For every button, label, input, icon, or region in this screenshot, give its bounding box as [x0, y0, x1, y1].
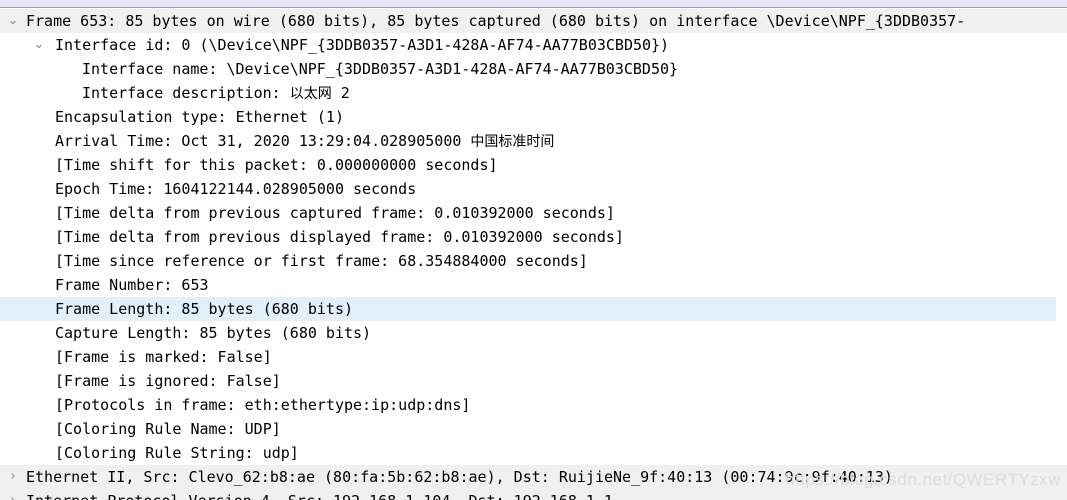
tree-row-time-delta-captured[interactable]: [Time delta from previous captured frame… [0, 201, 1067, 225]
tree-row-frame-summary[interactable]: ⌄ Frame 653: 85 bytes on wire (680 bits),… [0, 9, 1067, 33]
tree-row-time-since-reference[interactable]: [Time since reference or first frame: 68… [0, 249, 1067, 273]
tree-row-frame-length[interactable]: Frame Length: 85 bytes (680 bits) [0, 297, 1056, 321]
tree-row-label: Arrival Time: Oct 31, 2020 13:29:04.0289… [55, 132, 555, 150]
scrolled-row-strip [0, 0, 1067, 8]
tree-row-encapsulation-type[interactable]: Encapsulation type: Ethernet (1) [0, 105, 1067, 129]
tree-row-interface-id[interactable]: ⌄ Interface id: 0 (\Device\NPF_{3DDB0357-… [0, 33, 1067, 57]
tree-row-label: [Protocols in frame: eth:ethertype:ip:ud… [55, 396, 471, 414]
tree-row-coloring-rule-name[interactable]: [Coloring Rule Name: UDP] [0, 417, 1067, 441]
tree-row-label: Interface name: \Device\NPF_{3DDB0357-A3… [82, 60, 679, 78]
tree-row-label: Encapsulation type: Ethernet (1) [55, 108, 344, 126]
packet-detail-tree[interactable]: ⌄ Frame 653: 85 bytes on wire (680 bits),… [0, 9, 1067, 500]
tree-row-label: Interface id: 0 (\Device\NPF_{3DDB0357-A… [55, 36, 670, 54]
tree-row-label: [Frame is ignored: False] [55, 372, 281, 390]
tree-row-label: [Time delta from previous displayed fram… [55, 228, 624, 246]
tree-row-interface-description[interactable]: Interface description: 以太网 2 [0, 81, 1067, 105]
tree-row-label: Internet Protocol Version 4, Src: 192.16… [0, 489, 1067, 500]
tree-row-label: Ethernet II, Src: Clevo_62:b8:ae (80:fa:… [26, 468, 893, 486]
tree-row-label: [Coloring Rule Name: UDP] [55, 420, 281, 438]
chevron-down-icon[interactable]: ⌄ [26, 33, 52, 57]
tree-row-label: Frame Length: 85 bytes (680 bits) [55, 300, 354, 318]
tree-row-label: [Time delta from previous captured frame… [55, 204, 615, 222]
tree-row-epoch-time[interactable]: Epoch Time: 1604122144.028905000 seconds [0, 177, 1067, 201]
tree-row-label: [Time shift for this packet: 0.000000000… [55, 156, 498, 174]
packet-details-panel[interactable]: ⌄ Frame 653: 85 bytes on wire (680 bits),… [0, 0, 1067, 500]
chevron-right-icon[interactable]: › [0, 465, 26, 489]
tree-row-arrival-time[interactable]: Arrival Time: Oct 31, 2020 13:29:04.0289… [0, 129, 1067, 153]
tree-row-internet-protocol-summary[interactable]: ›Internet Protocol Version 4, Src: 192.1… [0, 489, 1067, 500]
tree-row-label-suffix: 2 [331, 84, 350, 102]
tree-row-ethernet-ii-summary[interactable]: › Ethernet II, Src: Clevo_62:b8:ae (80:fa… [0, 465, 1067, 489]
chevron-down-icon[interactable]: ⌄ [0, 9, 26, 33]
tree-row-time-shift[interactable]: [Time shift for this packet: 0.000000000… [0, 153, 1067, 177]
tree-row-frame-is-marked[interactable]: [Frame is marked: False] [0, 345, 1067, 369]
tree-row-label: [Time since reference or first frame: 68… [55, 252, 588, 270]
tree-row-label: Interface description: 以太网 2 [82, 84, 350, 102]
tree-row-label: Frame 653: 85 bytes on wire (680 bits), … [26, 12, 966, 30]
tree-row-interface-name[interactable]: Interface name: \Device\NPF_{3DDB0357-A3… [0, 57, 1067, 81]
tree-row-label: [Frame is marked: False] [55, 348, 272, 366]
tree-row-frame-is-ignored[interactable]: [Frame is ignored: False] [0, 369, 1067, 393]
tree-row-label: [Coloring Rule String: udp] [55, 444, 299, 462]
tree-row-frame-number[interactable]: Frame Number: 653 [0, 273, 1067, 297]
tree-row-label: Capture Length: 85 bytes (680 bits) [55, 324, 372, 342]
tree-row-label-cjk: 中国标准时间 [470, 134, 555, 150]
tree-row-time-delta-displayed[interactable]: [Time delta from previous displayed fram… [0, 225, 1067, 249]
tree-row-label: Epoch Time: 1604122144.028905000 seconds [55, 180, 417, 198]
tree-row-label-cjk: 以太网 [289, 86, 332, 102]
tree-row-coloring-rule-string[interactable]: [Coloring Rule String: udp] [0, 441, 1067, 465]
tree-row-label: Frame Number: 653 [55, 276, 209, 294]
tree-row-capture-length[interactable]: Capture Length: 85 bytes (680 bits) [0, 321, 1067, 345]
tree-row-protocols-in-frame[interactable]: [Protocols in frame: eth:ethertype:ip:ud… [0, 393, 1067, 417]
chevron-right-icon[interactable]: › [0, 489, 26, 500]
